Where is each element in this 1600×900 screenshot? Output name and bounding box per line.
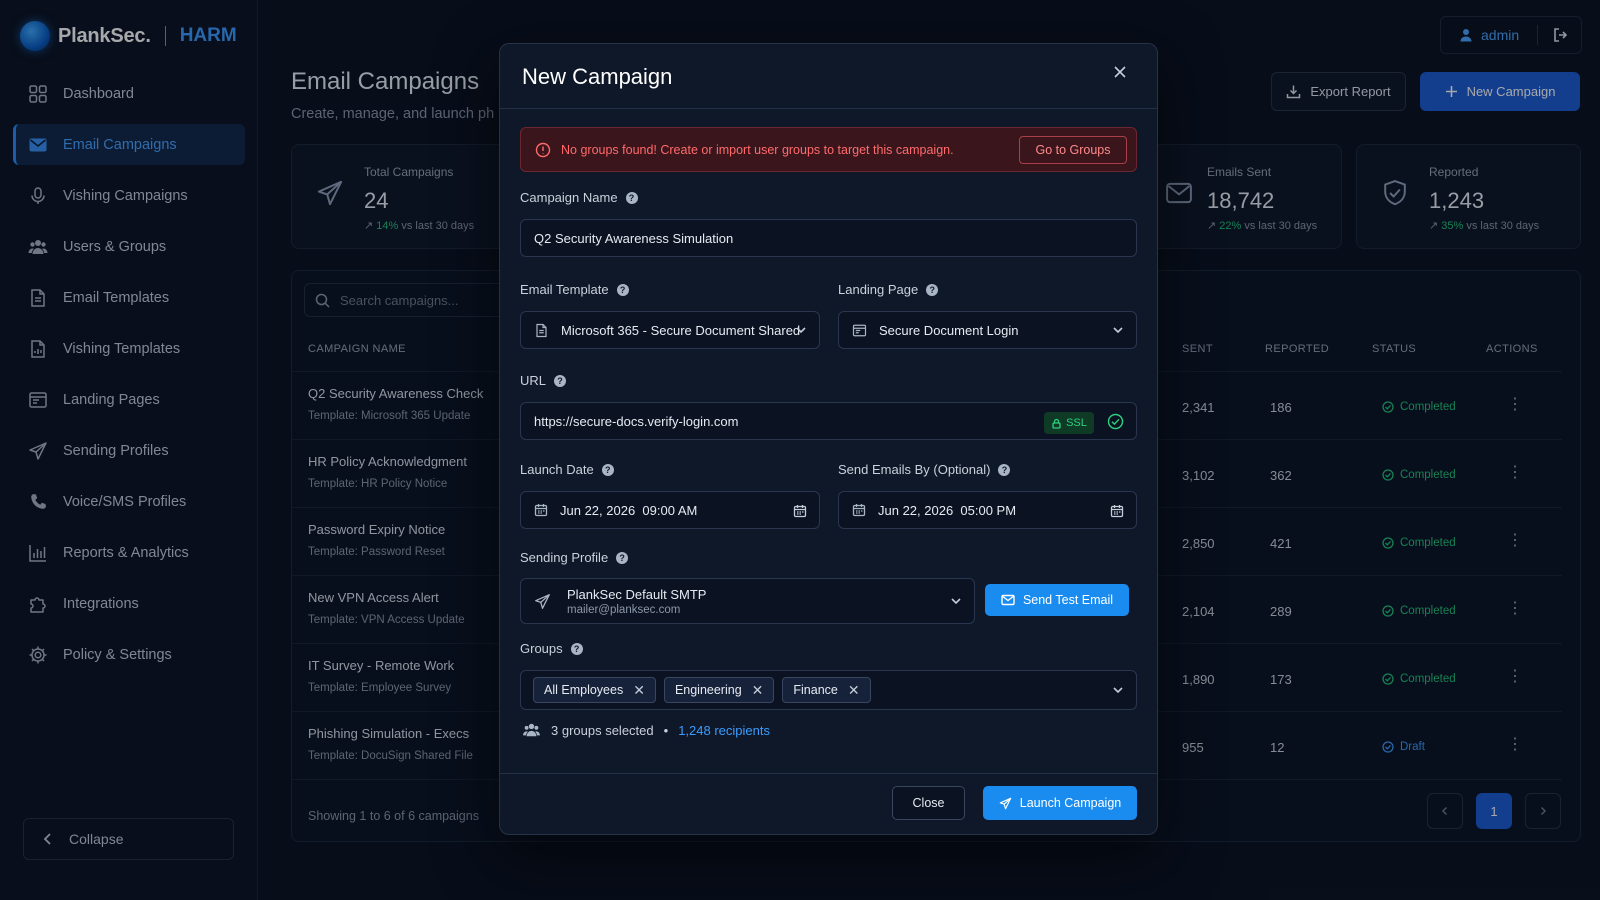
modal-header-divider <box>500 108 1157 109</box>
help-icon[interactable]: ? <box>926 283 939 296</box>
send-by-label: Send Emails By (Optional)? <box>838 462 1011 477</box>
input-value: Jun 22, 2026 09:00 AM <box>560 502 698 518</box>
users-icon <box>523 723 540 737</box>
ssl-badge: SSL <box>1044 412 1094 434</box>
chip-remove-icon[interactable]: ✕ <box>848 682 860 699</box>
help-icon[interactable]: ? <box>616 551 629 564</box>
chevron-down-icon <box>951 598 961 605</box>
paper-plane-icon <box>999 797 1012 809</box>
check-circle-icon <box>1107 413 1124 430</box>
modal-title: New Campaign <box>522 64 673 89</box>
chip-remove-icon[interactable]: ✕ <box>752 682 764 699</box>
label-text: Sending Profile <box>520 550 609 565</box>
new-campaign-modal: New Campaign No groups found! Create or … <box>499 43 1158 835</box>
campaign-name-label: Campaign Name? <box>520 190 638 205</box>
send-test-email-label: Send Test Email <box>1022 593 1114 607</box>
launch-date-input[interactable]: Jun 22, 2026 09:00 AM <box>520 491 820 529</box>
summary-separator: • <box>663 722 669 738</box>
select-value: Microsoft 365 - Secure Document Shared <box>561 322 801 338</box>
document-icon <box>536 323 547 337</box>
sending-profile-value: PlankSec Default SMTP mailer@planksec.co… <box>567 587 706 616</box>
help-icon[interactable]: ? <box>570 642 583 655</box>
sending-profile-label: Sending Profile? <box>520 550 629 565</box>
group-chip: Engineering ✕ <box>663 677 775 703</box>
input-value: Q2 Security Awareness Simulation <box>534 230 734 246</box>
help-icon[interactable]: ? <box>554 374 567 387</box>
close-icon <box>1114 66 1126 78</box>
email-template-label: Email Template? <box>520 282 629 297</box>
label-text: Email Template <box>520 282 609 297</box>
groups-multiselect[interactable]: All Employees ✕ Engineering ✕ Finance ✕ <box>520 670 1137 710</box>
profile-name: PlankSec Default SMTP <box>567 586 707 602</box>
calendar-icon <box>852 504 866 517</box>
mail-icon <box>1001 594 1015 606</box>
chip-label: Finance <box>793 683 838 697</box>
input-value: Jun 22, 2026 05:00 PM <box>878 502 1017 518</box>
profile-email: mailer@planksec.com <box>567 603 681 616</box>
ssl-label: SSL <box>1066 417 1087 429</box>
url-label: URL? <box>520 373 567 388</box>
label-text: Groups <box>520 641 563 656</box>
groups-label: Groups? <box>520 641 583 656</box>
landing-page-select[interactable]: Secure Document Login <box>838 311 1137 349</box>
help-icon[interactable]: ? <box>616 283 629 296</box>
label-text: Landing Page <box>838 282 919 297</box>
select-value: Secure Document Login <box>879 322 1019 338</box>
label-text: Launch Date <box>520 462 594 477</box>
chevron-down-icon <box>1113 327 1123 334</box>
campaign-name-input[interactable]: Q2 Security Awareness Simulation <box>520 219 1137 257</box>
email-template-select[interactable]: Microsoft 365 - Secure Document Shared <box>520 311 820 349</box>
close-button[interactable]: Close <box>892 786 965 820</box>
alert-circle-icon <box>535 142 551 157</box>
chip-remove-icon[interactable]: ✕ <box>633 682 645 699</box>
go-to-groups-button[interactable]: Go to Groups <box>1019 136 1127 164</box>
url-input[interactable]: https://secure-docs.verify-login.com SSL <box>520 402 1137 440</box>
landing-page-label: Landing Page? <box>838 282 939 297</box>
label-text: Campaign Name <box>520 190 618 205</box>
input-value: https://secure-docs.verify-login.com <box>534 413 739 429</box>
help-icon[interactable]: ? <box>601 463 614 476</box>
browser-window-icon <box>852 324 867 336</box>
label-text: URL <box>520 373 547 388</box>
paper-plane-icon <box>535 593 550 609</box>
chip-label: All Employees <box>544 683 624 697</box>
sending-profile-select[interactable]: PlankSec Default SMTP mailer@planksec.co… <box>520 578 975 624</box>
send-by-input[interactable]: Jun 22, 2026 05:00 PM <box>838 491 1137 529</box>
chevron-down-icon <box>1113 687 1123 694</box>
chevron-down-icon <box>796 327 806 334</box>
launch-date-label: Launch Date? <box>520 462 614 477</box>
help-icon[interactable]: ? <box>998 463 1011 476</box>
groups-selected-count: 3 groups selected <box>551 722 654 738</box>
calendar-picker-icon[interactable] <box>1110 504 1124 518</box>
recipients-link[interactable]: 1,248 recipients <box>678 723 770 738</box>
lock-icon <box>1052 418 1061 429</box>
group-chip: All Employees ✕ <box>533 677 656 703</box>
launch-campaign-button[interactable]: Launch Campaign <box>983 786 1137 820</box>
calendar-icon <box>534 504 548 517</box>
modal-footer-divider <box>500 773 1157 774</box>
modal-close-button[interactable] <box>1112 64 1128 80</box>
label-text: Send Emails By (Optional) <box>838 462 991 477</box>
launch-campaign-label: Launch Campaign <box>1019 796 1122 810</box>
calendar-picker-icon[interactable] <box>793 504 807 518</box>
chip-label: Engineering <box>674 683 742 697</box>
no-groups-alert: No groups found! Create or import user g… <box>520 127 1137 172</box>
alert-text: No groups found! Create or import user g… <box>561 142 954 157</box>
groups-summary: 3 groups selected • 1,248 recipients <box>522 722 770 738</box>
group-chip: Finance ✕ <box>782 677 871 703</box>
help-icon[interactable]: ? <box>625 191 638 204</box>
send-test-email-button[interactable]: Send Test Email <box>985 584 1129 616</box>
